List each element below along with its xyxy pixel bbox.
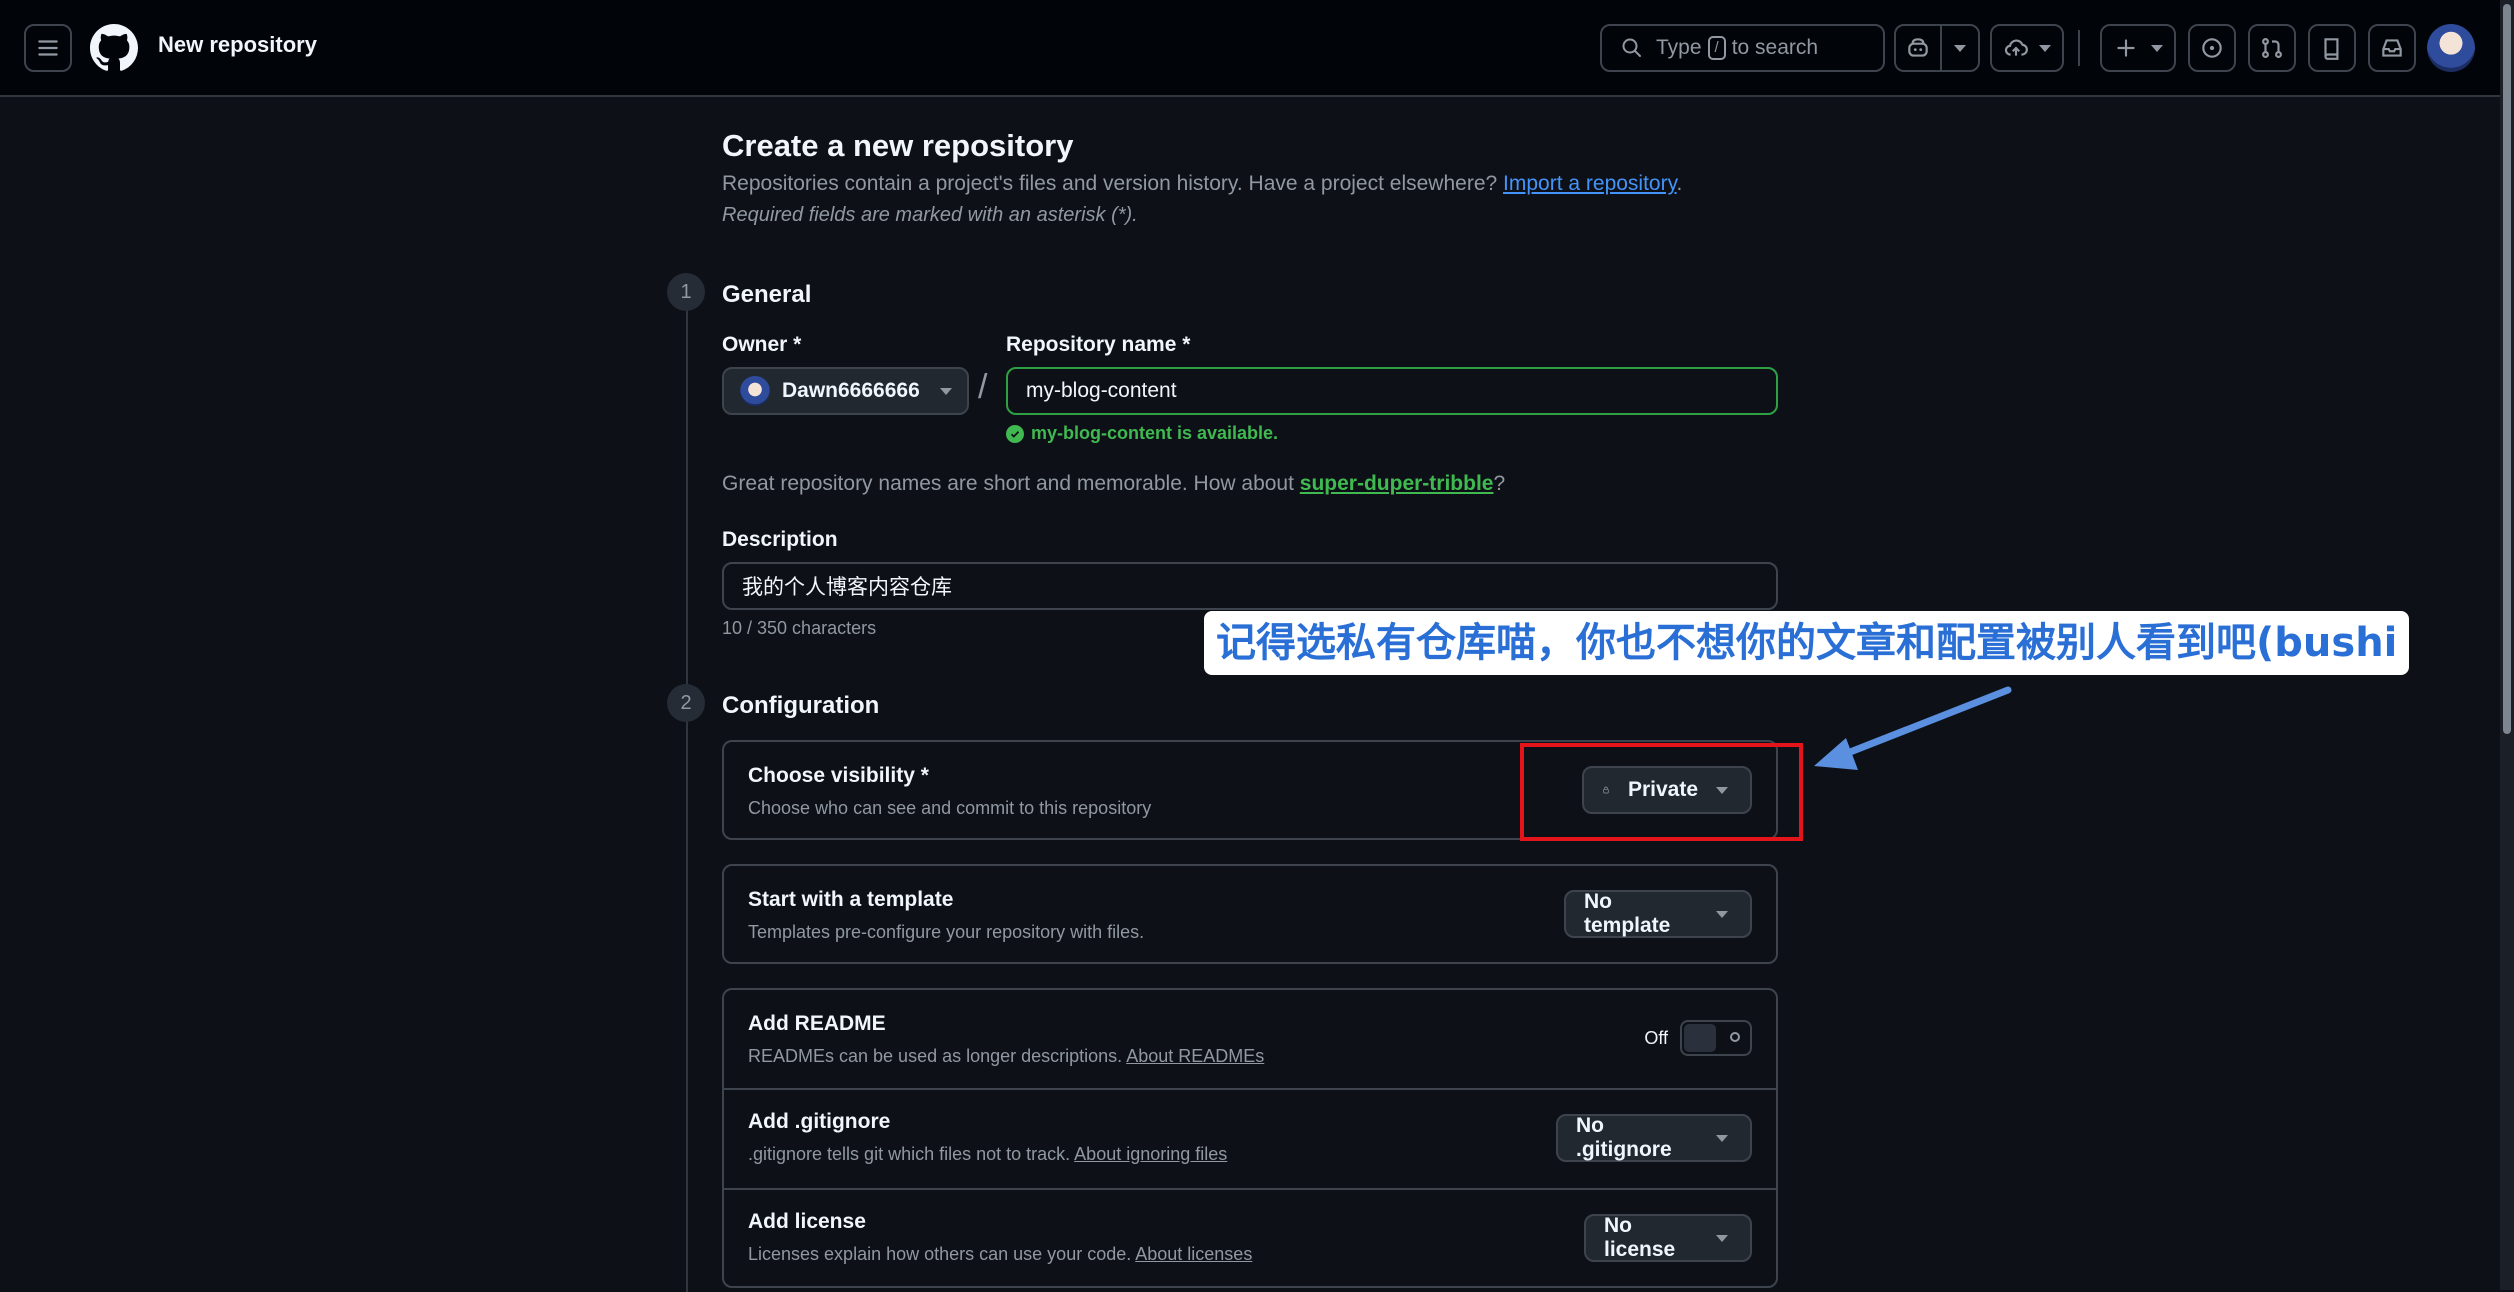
chevron-down-icon: [2151, 44, 2163, 52]
license-row: Add license Licenses explain how others …: [724, 1190, 1776, 1288]
availability-text: my-blog-content is available.: [1031, 423, 1279, 443]
copilot-icon: [1908, 38, 1928, 57]
readme-description: READMEs can be used as longer descriptio…: [748, 1046, 1264, 1067]
license-dropdown[interactable]: No license: [1584, 1214, 1752, 1262]
toggle-knob: [1684, 1024, 1716, 1052]
template-description: Templates pre-configure your repository …: [748, 922, 1145, 942]
license-value: No license: [1604, 1214, 1676, 1261]
owner-label: Owner *: [722, 333, 802, 356]
gitignore-description: .gitignore tells git which files not to …: [748, 1144, 1227, 1165]
pull-requests-button[interactable]: [2248, 24, 2296, 72]
about-licenses-link[interactable]: About licenses: [1135, 1244, 1252, 1264]
steps-timeline: [686, 292, 688, 1292]
owner-avatar: [740, 376, 770, 406]
suggestion-end: ?: [1493, 472, 1506, 495]
check-circle-icon: [1006, 424, 1024, 443]
availability-message: my-blog-content is available.: [1006, 423, 1278, 444]
cloud-upload-icon: [2004, 39, 2028, 56]
search-shortcut-key: /: [1707, 36, 1726, 60]
readme-title: Add README: [748, 1012, 886, 1035]
license-description-text: Licenses explain how others can use your…: [748, 1244, 1132, 1264]
toggle-off-icon: [1730, 1032, 1740, 1042]
description-char-count: 10 / 350 characters: [722, 618, 877, 638]
description-input[interactable]: 我的个人博客内容仓库: [722, 562, 1778, 610]
owner-repo-separator: /: [978, 368, 988, 406]
section-title-general: General: [722, 281, 812, 308]
visibility-title: Choose visibility *: [748, 764, 929, 787]
menu-button[interactable]: [24, 24, 72, 72]
intro-period: .: [1676, 172, 1683, 195]
repo-book-icon: [2324, 38, 2339, 60]
repositories-button[interactable]: [2308, 24, 2356, 72]
chevron-down-icon: [2039, 44, 2051, 52]
gitignore-row: Add .gitignore .gitignore tells git whic…: [724, 1090, 1776, 1188]
header-separator: [2078, 30, 2080, 66]
template-value: No template: [1584, 890, 1671, 937]
chevron-down-icon: [1716, 1234, 1728, 1242]
chevron-down-icon: [1954, 44, 1966, 52]
page-intro: Repositories contain a project's files a…: [722, 172, 1682, 196]
gitignore-dropdown[interactable]: No .gitignore: [1556, 1114, 1752, 1162]
github-logo-icon[interactable]: [90, 24, 138, 72]
search-prefix: Type: [1656, 36, 1702, 59]
about-readmes-link[interactable]: About READMEs: [1126, 1046, 1264, 1066]
license-description: Licenses explain how others can use your…: [748, 1244, 1252, 1265]
gitignore-title: Add .gitignore: [748, 1110, 891, 1133]
chevron-down-icon: [1716, 1134, 1728, 1142]
repository-name-input[interactable]: my-blog-content: [1006, 367, 1778, 415]
visibility-description: Choose who can see and commit to this re…: [748, 798, 1152, 818]
pull-request-icon: [2262, 38, 2282, 58]
readme-toggle[interactable]: [1680, 1020, 1752, 1056]
repository-name-label: Repository name *: [1006, 333, 1191, 356]
template-card: Start with a template Templates pre-conf…: [722, 864, 1778, 964]
template-title: Start with a template: [748, 888, 954, 911]
import-repository-link[interactable]: Import a repository: [1503, 172, 1677, 195]
readme-description-text: READMEs can be used as longer descriptio…: [748, 1046, 1123, 1066]
suggested-name-link[interactable]: super-duper-tribble: [1300, 472, 1494, 495]
scrollbar-thumb[interactable]: [2503, 4, 2511, 734]
annotation-arrow-icon: [1814, 686, 2012, 770]
intro-text: Repositories contain a project's files a…: [722, 172, 1498, 195]
gitignore-value: No .gitignore: [1576, 1114, 1672, 1161]
hamburger-icon: [38, 40, 58, 56]
inbox-icon: [2382, 39, 2402, 57]
readme-row: Add README READMEs can be used as longer…: [724, 990, 1776, 1088]
license-title: Add license: [748, 1210, 866, 1233]
section-title-configuration: Configuration: [722, 692, 880, 719]
owner-dropdown[interactable]: Dawn6666666: [722, 367, 969, 415]
header-title: New repository: [158, 32, 317, 57]
plus-icon: [2117, 39, 2135, 57]
name-suggestion: Great repository names are short and mem…: [722, 472, 1505, 496]
initialize-options-card: Add README READMEs can be used as longer…: [722, 988, 1778, 1288]
search-suffix: to search: [1731, 36, 1819, 59]
readme-toggle-label: Off: [1644, 1028, 1668, 1048]
inbox-button[interactable]: [2368, 24, 2416, 72]
create-new-button[interactable]: [2100, 24, 2176, 72]
page-title: Create a new repository: [722, 128, 1074, 163]
description-label: Description: [722, 528, 838, 551]
chevron-down-icon: [1716, 910, 1728, 918]
required-note: Required fields are marked with an aster…: [722, 204, 1138, 226]
highlight-box: [1520, 743, 1803, 841]
issues-button[interactable]: [2188, 24, 2236, 72]
copilot-button[interactable]: [1894, 24, 1942, 72]
codespaces-button[interactable]: [1990, 24, 2064, 72]
search-input[interactable]: Type / to search: [1600, 24, 1885, 72]
suggestion-text: Great repository names are short and mem…: [722, 472, 1294, 495]
user-avatar[interactable]: [2427, 24, 2475, 72]
step-number-general: 1: [667, 273, 705, 311]
top-header: New repository Type / to search: [0, 0, 2500, 97]
annotation-callout: 记得选私有仓库喵，你也不想你的文章和配置被别人看到吧(bushi: [1204, 611, 2410, 675]
step-number-configuration: 2: [667, 684, 705, 722]
gitignore-description-text: .gitignore tells git which files not to …: [748, 1144, 1071, 1164]
template-dropdown[interactable]: No template: [1564, 890, 1752, 938]
copilot-menu-button[interactable]: [1940, 24, 1980, 72]
chevron-down-icon: [939, 387, 952, 395]
owner-value: Dawn6666666: [782, 379, 920, 402]
about-ignoring-files-link[interactable]: About ignoring files: [1074, 1144, 1227, 1164]
search-icon: [1622, 38, 1641, 57]
issue-circle-icon: [2202, 38, 2222, 58]
